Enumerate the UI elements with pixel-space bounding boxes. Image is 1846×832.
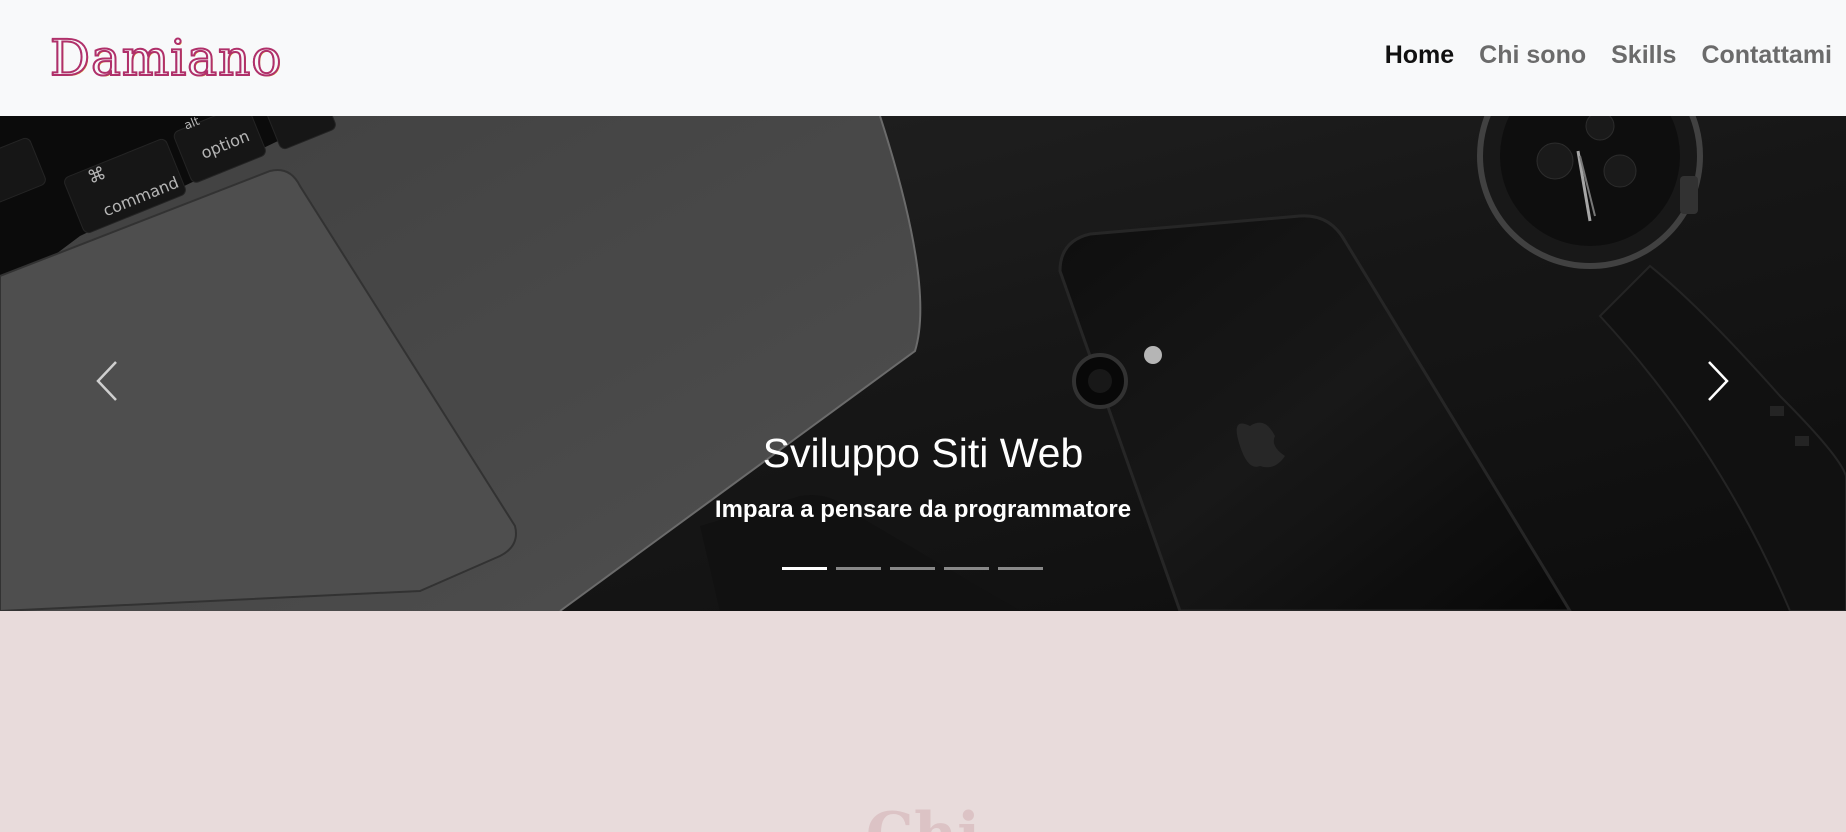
hero-carousel: command ⌘ option alt <box>0 116 1846 611</box>
carousel-indicator-4[interactable] <box>944 567 989 570</box>
carousel-indicator-3[interactable] <box>890 567 935 570</box>
chevron-right-icon <box>1708 361 1729 401</box>
carousel-indicator-2[interactable] <box>836 567 881 570</box>
image-overlay <box>0 116 1846 611</box>
carousel-indicator-5[interactable] <box>998 567 1043 570</box>
nav-link-home[interactable]: Home <box>1385 41 1454 69</box>
hero-background-image: command ⌘ option alt <box>0 116 1846 611</box>
carousel-caption-subtitle: Impara a pensare da programmatore <box>714 496 1132 523</box>
nav-item-chi-sono: Chi sono <box>1479 41 1586 70</box>
navbar: Damiano Home Chi sono Skills Contattami <box>0 0 1846 116</box>
nav-item-skills: Skills <box>1611 41 1676 70</box>
chevron-left-icon <box>96 361 117 401</box>
nav-item-home: Home <box>1385 41 1454 70</box>
carousel-prev-button[interactable] <box>77 341 137 421</box>
carousel-caption-title: Sviluppo Siti Web <box>762 430 1084 476</box>
nav-menu: Home Chi sono Skills Contattami <box>1385 41 1832 70</box>
nav-link-chi-sono[interactable]: Chi sono <box>1479 41 1586 69</box>
carousel-next-button[interactable] <box>1688 341 1748 421</box>
carousel-indicators <box>782 567 1043 570</box>
carousel-indicator-1[interactable] <box>782 567 827 570</box>
nav-link-contattami[interactable]: Contattami <box>1701 41 1832 69</box>
nav-link-skills[interactable]: Skills <box>1611 41 1676 69</box>
nav-item-contattami: Contattami <box>1701 41 1832 70</box>
brand-logo[interactable]: Damiano <box>49 32 282 84</box>
section-heading: Chi <box>0 805 1846 832</box>
